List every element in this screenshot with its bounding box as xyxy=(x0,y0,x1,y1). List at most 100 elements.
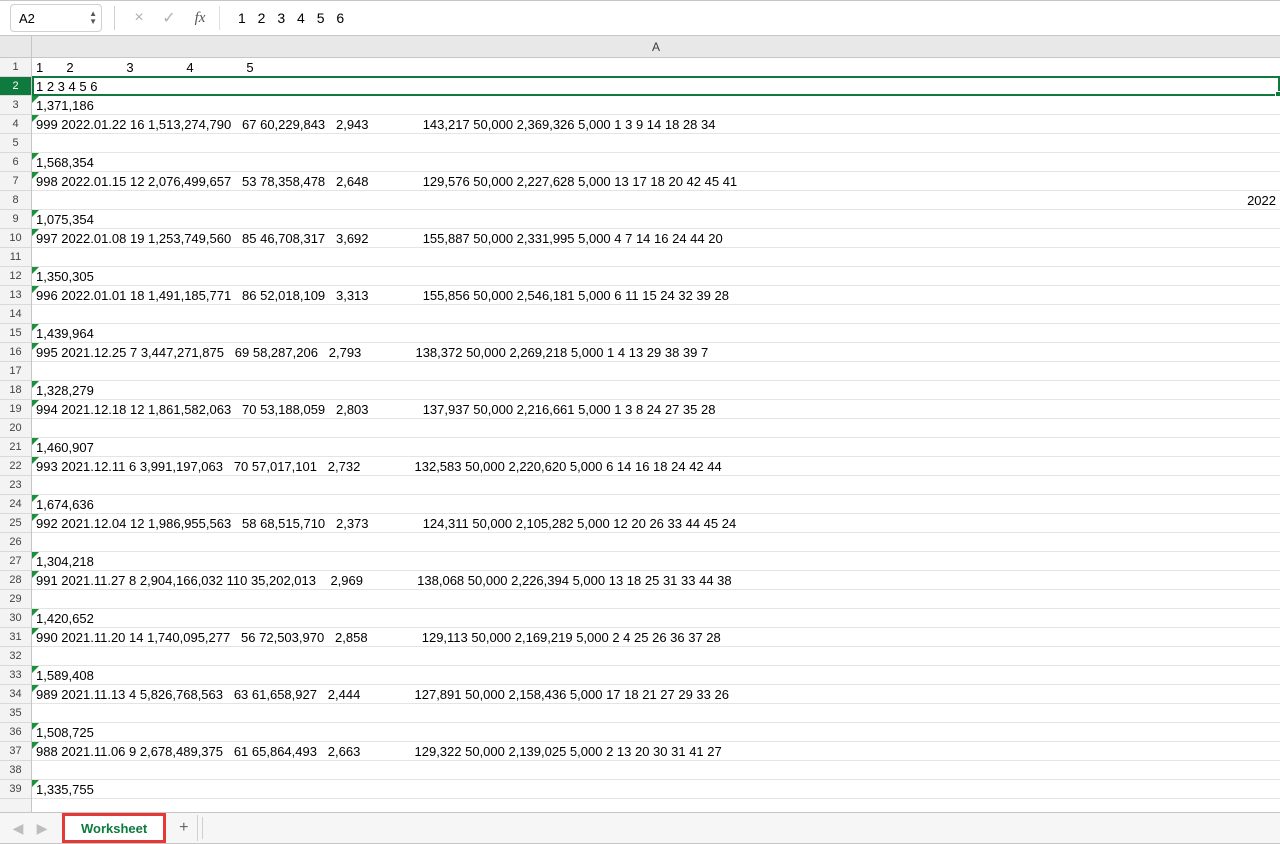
cell-A26[interactable] xyxy=(32,533,1280,552)
error-indicator-icon xyxy=(32,666,39,673)
cell-value: 1,460,907 xyxy=(36,440,94,455)
row-header-18[interactable]: 18 xyxy=(0,381,31,400)
row-header-16[interactable]: 16 xyxy=(0,343,31,362)
row-header-39[interactable]: 39 xyxy=(0,780,31,799)
row-header-11[interactable]: 11 xyxy=(0,248,31,267)
cell-A37[interactable]: 988 2021.11.06 9 2,678,489,375 61 65,864… xyxy=(32,742,1280,761)
cell-A15[interactable]: 1,439,964 xyxy=(32,324,1280,343)
row-header-9[interactable]: 9 xyxy=(0,210,31,229)
cell-A36[interactable]: 1,508,725 xyxy=(32,723,1280,742)
cell-A38[interactable] xyxy=(32,761,1280,780)
cell-A3[interactable]: 1,371,186 xyxy=(32,96,1280,115)
row-header-7[interactable]: 7 xyxy=(0,172,31,191)
row-header-28[interactable]: 28 xyxy=(0,571,31,590)
add-sheet-button[interactable]: + xyxy=(170,815,198,841)
row-header-30[interactable]: 30 xyxy=(0,609,31,628)
cell-A22[interactable]: 993 2021.12.11 6 3,991,197,063 70 57,017… xyxy=(32,457,1280,476)
cell-A25[interactable]: 992 2021.12.04 12 1,986,955,563 58 68,51… xyxy=(32,514,1280,533)
row-header-24[interactable]: 24 xyxy=(0,495,31,514)
row-header-10[interactable]: 10 xyxy=(0,229,31,248)
row-header-26[interactable]: 26 xyxy=(0,533,31,552)
column-header-A[interactable]: A xyxy=(32,36,1280,58)
row-header-25[interactable]: 25 xyxy=(0,514,31,533)
row-header-6[interactable]: 6 xyxy=(0,153,31,172)
error-indicator-icon xyxy=(32,400,39,407)
cell-A19[interactable]: 994 2021.12.18 12 1,861,582,063 70 53,18… xyxy=(32,400,1280,419)
cell-A21[interactable]: 1,460,907 xyxy=(32,438,1280,457)
cell-A28[interactable]: 991 2021.11.27 8 2,904,166,032 110 35,20… xyxy=(32,571,1280,590)
cell-A17[interactable] xyxy=(32,362,1280,381)
tab-prev-button[interactable]: ◀ xyxy=(6,816,30,840)
cancel-button[interactable]: × xyxy=(127,6,151,30)
row-header-13[interactable]: 13 xyxy=(0,286,31,305)
cell-A20[interactable] xyxy=(32,419,1280,438)
row-header-1[interactable]: 1 xyxy=(0,58,31,77)
cell-A29[interactable] xyxy=(32,590,1280,609)
cell-A7[interactable]: 998 2022.01.15 12 2,076,499,657 53 78,35… xyxy=(32,172,1280,191)
cell-A18[interactable]: 1,328,279 xyxy=(32,381,1280,400)
confirm-button[interactable]: ✓ xyxy=(157,6,181,30)
cell-A2[interactable]: 1 2 3 4 5 6 xyxy=(32,77,1280,96)
stepper-down-icon[interactable]: ▼ xyxy=(89,18,97,26)
cell-A10[interactable]: 997 2022.01.08 19 1,253,749,560 85 46,70… xyxy=(32,229,1280,248)
formula-input[interactable]: 1 2 3 4 5 6 xyxy=(226,10,1272,26)
row-header-34[interactable]: 34 xyxy=(0,685,31,704)
separator xyxy=(202,817,203,839)
cell-A31[interactable]: 990 2021.11.20 14 1,740,095,277 56 72,50… xyxy=(32,628,1280,647)
row-header-32[interactable]: 32 xyxy=(0,647,31,666)
error-indicator-icon xyxy=(32,514,39,521)
row-header-31[interactable]: 31 xyxy=(0,628,31,647)
row-header-12[interactable]: 12 xyxy=(0,267,31,286)
cell-A16[interactable]: 995 2021.12.25 7 3,447,271,875 69 58,287… xyxy=(32,343,1280,362)
cell-A5[interactable] xyxy=(32,134,1280,153)
cell-A13[interactable]: 996 2022.01.01 18 1,491,185,771 86 52,01… xyxy=(32,286,1280,305)
row-header-27[interactable]: 27 xyxy=(0,552,31,571)
row-header-15[interactable]: 15 xyxy=(0,324,31,343)
cell-A24[interactable]: 1,674,636 xyxy=(32,495,1280,514)
cell-A23[interactable] xyxy=(32,476,1280,495)
row-header-21[interactable]: 21 xyxy=(0,438,31,457)
row-header-35[interactable]: 35 xyxy=(0,704,31,723)
tab-next-button[interactable]: ▶ xyxy=(30,816,54,840)
cell-A1[interactable]: 12345 xyxy=(32,58,1280,77)
row-header-22[interactable]: 22 xyxy=(0,457,31,476)
cell-A32[interactable] xyxy=(32,647,1280,666)
row-header-36[interactable]: 36 xyxy=(0,723,31,742)
row-header-4[interactable]: 4 xyxy=(0,115,31,134)
cell-A14[interactable] xyxy=(32,305,1280,324)
row-header-20[interactable]: 20 xyxy=(0,419,31,438)
cell-A33[interactable]: 1,589,408 xyxy=(32,666,1280,685)
row-header-38[interactable]: 38 xyxy=(0,761,31,780)
cell-A11[interactable] xyxy=(32,248,1280,267)
cells-area[interactable]: 123451 2 3 4 5 61,371,186999 2022.01.22 … xyxy=(32,58,1280,812)
row-header-29[interactable]: 29 xyxy=(0,590,31,609)
cell-A39[interactable]: 1,335,755 xyxy=(32,780,1280,799)
row-header-8[interactable]: 8 xyxy=(0,191,31,210)
cell-A27[interactable]: 1,304,218 xyxy=(32,552,1280,571)
row-header-3[interactable]: 3 xyxy=(0,96,31,115)
row-header-37[interactable]: 37 xyxy=(0,742,31,761)
cell-value: 991 2021.11.27 8 2,904,166,032 110 35,20… xyxy=(36,573,732,588)
sheet-tab-worksheet[interactable]: Worksheet xyxy=(64,815,164,841)
cell-A9[interactable]: 1,075,354 xyxy=(32,210,1280,229)
cell-value: 994 2021.12.18 12 1,861,582,063 70 53,18… xyxy=(36,402,715,417)
row-header-17[interactable]: 17 xyxy=(0,362,31,381)
fx-label[interactable]: fx xyxy=(187,10,213,27)
cell-A30[interactable]: 1,420,652 xyxy=(32,609,1280,628)
row-header-33[interactable]: 33 xyxy=(0,666,31,685)
row-header-23[interactable]: 23 xyxy=(0,476,31,495)
cell-A34[interactable]: 989 2021.11.13 4 5,826,768,563 63 61,658… xyxy=(32,685,1280,704)
cell-A8[interactable]: 2022 xyxy=(32,191,1280,210)
row-header-19[interactable]: 19 xyxy=(0,400,31,419)
cell-A6[interactable]: 1,568,354 xyxy=(32,153,1280,172)
name-box-stepper[interactable]: ▲ ▼ xyxy=(89,10,97,26)
cell-A35[interactable] xyxy=(32,704,1280,723)
name-box[interactable]: A2 ▲ ▼ xyxy=(10,4,102,32)
row-header-2[interactable]: 2 xyxy=(0,77,31,96)
select-all-corner[interactable] xyxy=(0,36,32,58)
row-header-5[interactable]: 5 xyxy=(0,134,31,153)
row-header-14[interactable]: 14 xyxy=(0,305,31,324)
separator xyxy=(219,6,220,30)
cell-A12[interactable]: 1,350,305 xyxy=(32,267,1280,286)
cell-A4[interactable]: 999 2022.01.22 16 1,513,274,790 67 60,22… xyxy=(32,115,1280,134)
